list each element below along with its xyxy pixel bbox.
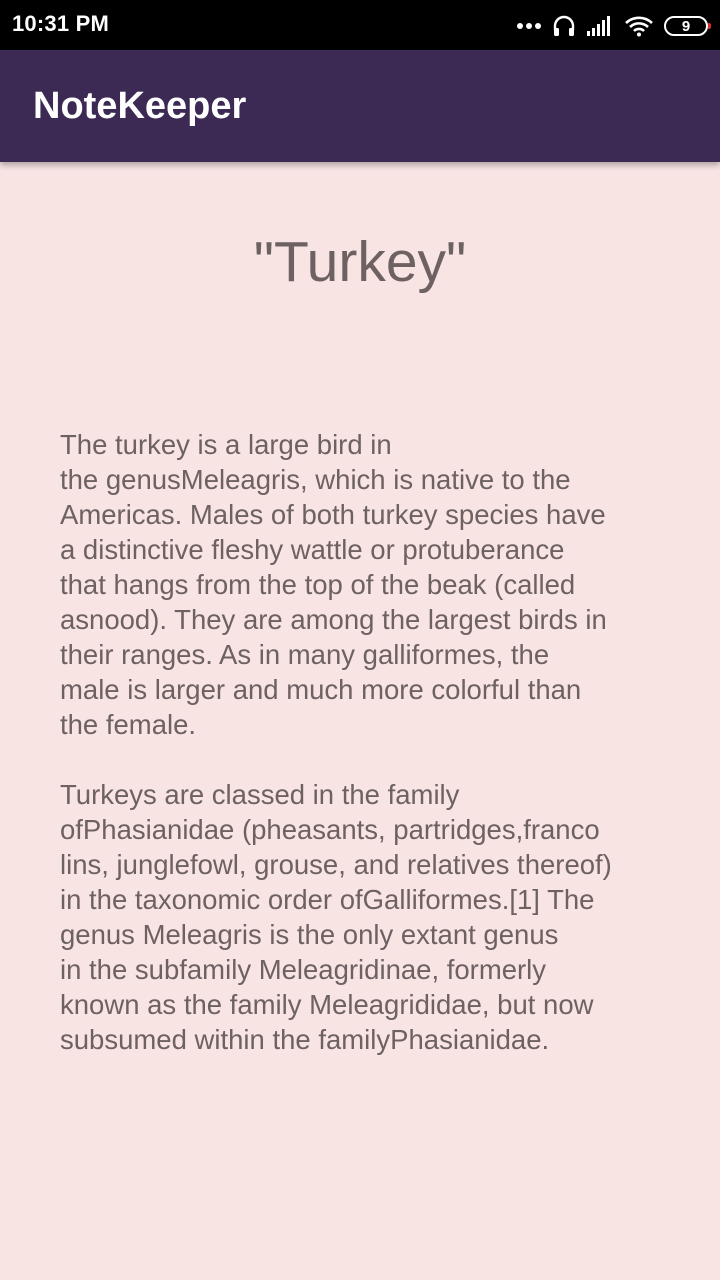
text-line: in the subfamily Meleagridinae, formerly — [60, 954, 547, 985]
signal-icon — [586, 15, 614, 37]
text-line: male is larger and much more colorful th… — [60, 674, 582, 705]
app-bar: NoteKeeper — [0, 50, 720, 162]
note-body: The turkey is a large bird in the genusM… — [60, 427, 670, 1092]
text-line: that hangs from the top of the beak (cal… — [60, 569, 576, 600]
text-line: the genusMeleagris, which is native to t… — [60, 464, 571, 495]
text-line: lins, junglefowl, grouse, and relatives … — [60, 849, 612, 880]
text-line: Americas. Males of both turkey species h… — [60, 499, 606, 530]
status-bar: 10:31 PM 9 — [0, 0, 720, 50]
more-dots-icon — [516, 22, 542, 30]
note-paragraph: Turkeys are classed in the family ofPhas… — [60, 777, 670, 1057]
headset-icon — [552, 14, 576, 38]
battery-icon: 9 — [664, 16, 711, 36]
text-line: ofPhasianidae (pheasants, partridges,fra… — [60, 814, 600, 845]
text-line: genus Meleagris is the only extant genus — [60, 919, 559, 950]
note-title: "Turkey" — [253, 230, 467, 294]
text-line: known as the family Meleagrididae, but n… — [60, 989, 594, 1020]
status-icons: 9 — [516, 12, 711, 40]
text-line: in the taxonomic order ofGalliformes.[1]… — [60, 884, 595, 915]
text-line: the female. — [60, 709, 197, 740]
app-title: NoteKeeper — [33, 85, 247, 127]
note-paragraph: The turkey is a large bird in the genusM… — [60, 427, 670, 742]
battery-tip — [708, 23, 711, 29]
text-line: Turkeys are classed in the family — [60, 779, 460, 810]
text-line: a distinctive fleshy wattle or protubera… — [60, 534, 565, 565]
text-line: asnood). They are among the largest bird… — [60, 604, 607, 635]
text-line: The turkey is a large bird in — [60, 429, 392, 460]
battery-level: 9 — [681, 17, 691, 35]
status-time: 10:31 PM — [12, 11, 109, 36]
text-line: subsumed within the familyPhasianidae. — [60, 1024, 550, 1055]
note-content[interactable]: "Turkey" The turkey is a large bird in t… — [0, 162, 720, 1280]
wifi-icon — [624, 15, 654, 37]
text-line: their ranges. As in many galliformes, th… — [60, 639, 550, 670]
